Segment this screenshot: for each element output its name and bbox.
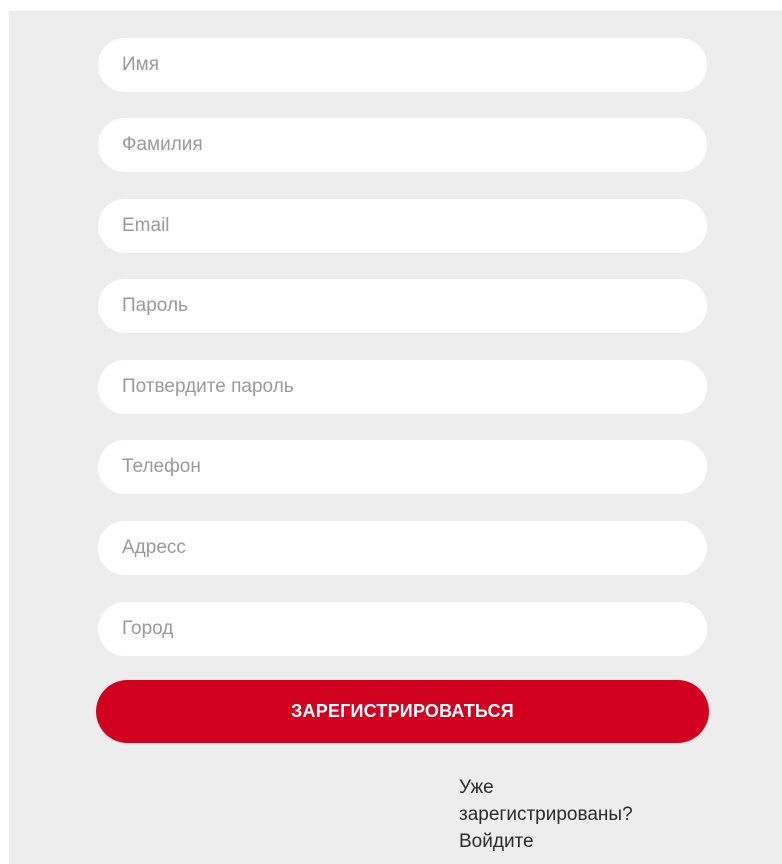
login-link[interactable]: Уже зарегистрированы? Войдите xyxy=(459,774,699,855)
address-input[interactable] xyxy=(98,521,707,575)
confirm-password-input[interactable] xyxy=(98,360,707,414)
last-name-input[interactable] xyxy=(98,118,707,172)
phone-input[interactable] xyxy=(98,440,707,494)
register-button[interactable]: ЗАРЕГИСТРИРОВАТЬСЯ xyxy=(96,680,709,743)
password-input[interactable] xyxy=(98,279,707,333)
city-input[interactable] xyxy=(98,602,707,656)
email-input[interactable] xyxy=(98,199,707,253)
first-name-input[interactable] xyxy=(98,38,707,92)
